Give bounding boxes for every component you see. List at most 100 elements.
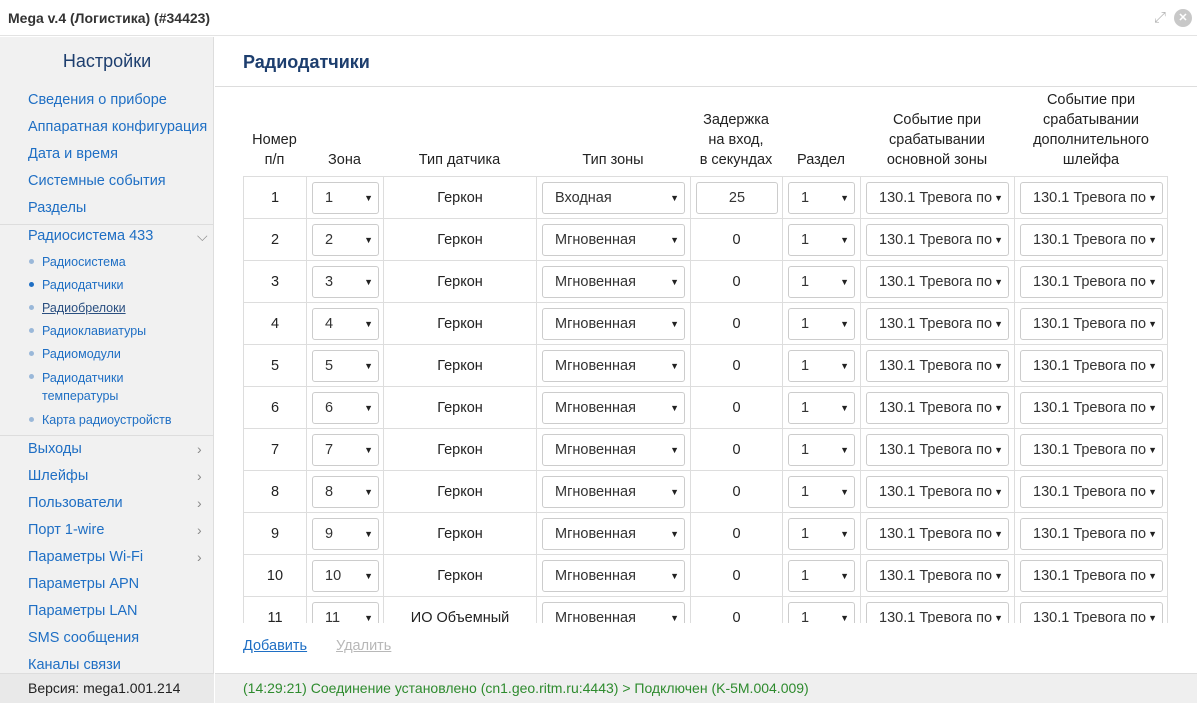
chevron-down-icon[interactable]: ⌵ — [197, 228, 208, 245]
sidebar-item-lan[interactable]: Параметры LAN — [28, 603, 138, 619]
event-main-select[interactable]: 130.1 Тревога по ▼ — [866, 392, 1009, 424]
section-select[interactable]: 1 ▼ — [788, 308, 855, 340]
zone-type-select-value: Мгновенная — [555, 610, 636, 623]
event-extra-select[interactable]: 130.1 Тревога по ▼ — [1020, 518, 1163, 550]
zone-type-select[interactable]: Мгновенная ▼ — [542, 350, 685, 382]
sidebar-item-date-time[interactable]: Дата и время — [28, 146, 118, 162]
delete-link[interactable]: Удалить — [336, 638, 391, 654]
section-select[interactable]: 1 ▼ — [788, 560, 855, 592]
table-cell: Геркон — [383, 471, 536, 513]
section-select[interactable]: 1 ▼ — [788, 224, 855, 256]
section-select[interactable]: 1 ▼ — [788, 182, 855, 214]
chevron-right-icon[interactable]: › — [197, 522, 202, 538]
section-select[interactable]: 1 ▼ — [788, 518, 855, 550]
sidebar-subitem-radio-map[interactable]: Карта радиоустройств — [42, 411, 172, 429]
sidebar-subitem-radiosystem[interactable]: Радиосистема — [42, 253, 126, 271]
table-cell: 130.1 Тревога по ▼ — [1014, 471, 1168, 513]
sidebar-item-users[interactable]: Пользователи — [28, 495, 123, 511]
sensors-table[interactable]: 1 1 ▼ Геркон Входная ▼ 25 1 ▼ 130.1 Тревога по ▼ 13… — [243, 176, 1168, 623]
zone-select[interactable]: 9 ▼ — [312, 518, 379, 550]
sidebar-item-sections[interactable]: Разделы — [28, 200, 86, 216]
event-extra-select[interactable]: 130.1 Тревога по ▼ — [1020, 560, 1163, 592]
zone-type-select[interactable]: Мгновенная ▼ — [542, 560, 685, 592]
zone-type-select[interactable]: Мгновенная ▼ — [542, 308, 685, 340]
zone-select[interactable]: 3 ▼ — [312, 266, 379, 298]
sidebar-item-loops[interactable]: Шлейфы — [28, 468, 88, 484]
chevron-right-icon[interactable]: › — [197, 468, 202, 484]
section-select[interactable]: 1 ▼ — [788, 266, 855, 298]
dropdown-arrow-icon: ▼ — [840, 235, 849, 245]
event-extra-select[interactable]: 130.1 Тревога по ▼ — [1020, 224, 1163, 256]
section-select[interactable]: 1 ▼ — [788, 602, 855, 623]
event-main-select[interactable]: 130.1 Тревога по ▼ — [866, 602, 1009, 623]
sidebar-subitem-radio-sensors[interactable]: Радиодатчики — [42, 276, 123, 294]
zone-select[interactable]: 1 ▼ — [312, 182, 379, 214]
event-extra-select[interactable]: 130.1 Тревога по ▼ — [1020, 434, 1163, 466]
sidebar-subitem-radio-keyfobs[interactable]: Радиобрелоки — [42, 299, 126, 317]
table-cell: Мгновенная ▼ — [536, 597, 690, 623]
event-main-select[interactable]: 130.1 Тревога по ▼ — [866, 308, 1009, 340]
event-extra-select[interactable]: 130.1 Тревога по ▼ — [1020, 392, 1163, 424]
zone-type-select[interactable]: Мгновенная ▼ — [542, 224, 685, 256]
sidebar-item-radio-433[interactable]: Радиосистема 433 — [28, 228, 153, 244]
sidebar-item-device-info[interactable]: Сведения о приборе — [28, 92, 167, 108]
zone-select[interactable]: 4 ▼ — [312, 308, 379, 340]
zone-type-select[interactable]: Входная ▼ — [542, 182, 685, 214]
event-extra-select[interactable]: 130.1 Тревога по ▼ — [1020, 266, 1163, 298]
sidebar-subitem-radio-keypads[interactable]: Радиоклавиатуры — [42, 322, 146, 340]
event-extra-select[interactable]: 130.1 Тревога по ▼ — [1020, 602, 1163, 623]
event-main-select[interactable]: 130.1 Тревога по ▼ — [866, 224, 1009, 256]
zone-type-select[interactable]: Мгновенная ▼ — [542, 518, 685, 550]
dropdown-arrow-icon: ▼ — [364, 403, 373, 413]
chevron-right-icon[interactable]: › — [197, 441, 202, 457]
zone-type-select[interactable]: Мгновенная ▼ — [542, 392, 685, 424]
zone-select[interactable]: 2 ▼ — [312, 224, 379, 256]
add-link[interactable]: Добавить — [243, 638, 307, 654]
sidebar-item-apn[interactable]: Параметры APN — [28, 576, 139, 592]
event-extra-select[interactable]: 130.1 Тревога по ▼ — [1020, 308, 1163, 340]
zone-select[interactable]: 7 ▼ — [312, 434, 379, 466]
table-cell: 1 ▼ — [782, 387, 860, 429]
zone-select[interactable]: 5 ▼ — [312, 350, 379, 382]
zone-select[interactable]: 8 ▼ — [312, 476, 379, 508]
sidebar-item-hardware-config[interactable]: Аппаратная конфигурация — [28, 119, 207, 135]
section-select[interactable]: 1 ▼ — [788, 392, 855, 424]
section-select[interactable]: 1 ▼ — [788, 434, 855, 466]
expand-icon[interactable]: ⤢ — [1151, 9, 1169, 27]
event-extra-select[interactable]: 130.1 Тревога по ▼ — [1020, 350, 1163, 382]
sub-bullet — [29, 259, 34, 264]
event-main-select[interactable]: 130.1 Тревога по ▼ — [866, 476, 1009, 508]
table-cell: 11 ▼ — [306, 597, 383, 623]
event-main-select[interactable]: 130.1 Тревога по ▼ — [866, 518, 1009, 550]
delay-input[interactable]: 25 — [696, 182, 778, 214]
sidebar-subitem-radio-modules[interactable]: Радиомодули — [42, 345, 121, 363]
zone-type-select[interactable]: Мгновенная ▼ — [542, 602, 685, 623]
zone-select[interactable]: 11 ▼ — [312, 602, 379, 623]
close-icon[interactable]: ✕ — [1174, 9, 1192, 27]
sidebar-item-outputs[interactable]: Выходы — [28, 441, 82, 457]
event-extra-select[interactable]: 130.1 Тревога по ▼ — [1020, 476, 1163, 508]
event-main-select[interactable]: 130.1 Тревога по ▼ — [866, 182, 1009, 214]
event-main-select[interactable]: 130.1 Тревога по ▼ — [866, 266, 1009, 298]
event-main-select[interactable]: 130.1 Тревога по ▼ — [866, 350, 1009, 382]
chevron-right-icon[interactable]: › — [197, 549, 202, 565]
event-main-select[interactable]: 130.1 Тревога по ▼ — [866, 434, 1009, 466]
sidebar-item-sms[interactable]: SMS сообщения — [28, 630, 139, 646]
section-select[interactable]: 1 ▼ — [788, 476, 855, 508]
event-main-select[interactable]: 130.1 Тревога по ▼ — [866, 560, 1009, 592]
zone-type-select[interactable]: Мгновенная ▼ — [542, 266, 685, 298]
table-cell: 0 — [690, 471, 782, 513]
section-select[interactable]: 1 ▼ — [788, 350, 855, 382]
sidebar-item-system-events[interactable]: Системные события — [28, 173, 166, 189]
zone-select-value: 5 — [325, 358, 334, 374]
event-extra-select[interactable]: 130.1 Тревога по ▼ — [1020, 182, 1163, 214]
zone-type-select[interactable]: Мгновенная ▼ — [542, 476, 685, 508]
sidebar-subitem-radio-temp-sensors[interactable]: Радиодатчики температуры — [42, 369, 162, 405]
zone-select[interactable]: 10 ▼ — [312, 560, 379, 592]
sidebar-item-wifi[interactable]: Параметры Wi-Fi — [28, 549, 143, 565]
zone-select[interactable]: 6 ▼ — [312, 392, 379, 424]
zone-type-select[interactable]: Мгновенная ▼ — [542, 434, 685, 466]
chevron-right-icon[interactable]: › — [197, 495, 202, 511]
sidebar-item-port-1wire[interactable]: Порт 1-wire — [28, 522, 104, 538]
sidebar-item-channels[interactable]: Каналы связи — [28, 657, 121, 673]
